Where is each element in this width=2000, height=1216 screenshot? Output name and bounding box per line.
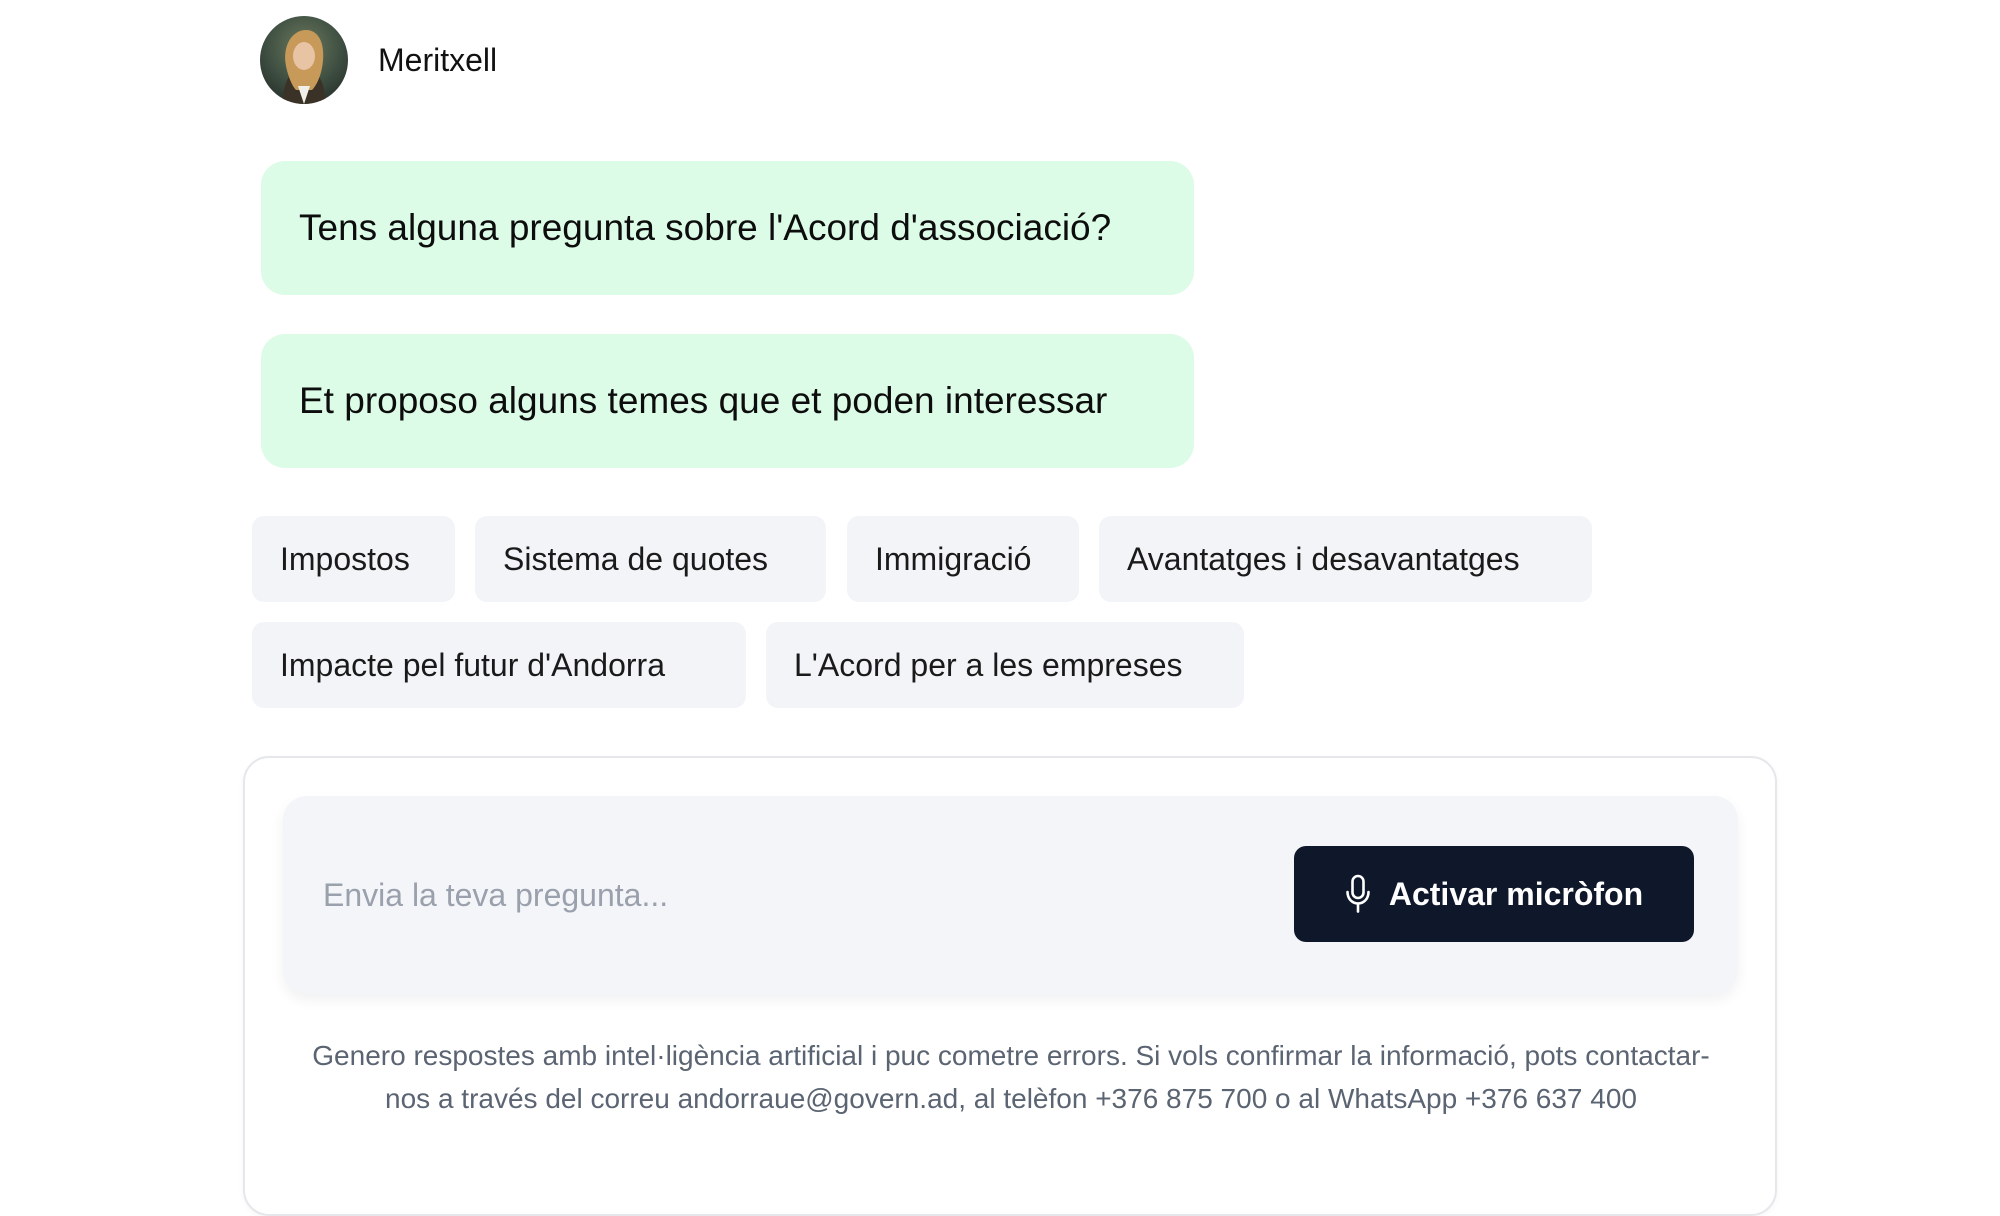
avatar — [260, 16, 348, 104]
mic-button-label: Activar micròfon — [1388, 875, 1644, 912]
bot-message: Tens alguna pregunta sobre l'Acord d'ass… — [261, 161, 1194, 295]
chat-header: Meritxell — [260, 16, 497, 104]
suggestion-chip-avantatges[interactable]: Avantatges i desavantatges — [1099, 516, 1592, 602]
input-row: Activar micròfon — [283, 796, 1738, 994]
microphone-icon — [1345, 874, 1371, 914]
bot-name: Meritxell — [378, 41, 498, 78]
suggestion-chip-immigracio[interactable]: Immigració — [847, 516, 1079, 602]
ai-disclaimer: Genero respostes amb intel·ligència arti… — [312, 1040, 1710, 1114]
activate-microphone-button[interactable]: Activar micròfon — [1294, 846, 1694, 942]
composer-panel: Activar micròfon Genero respostes amb in… — [243, 756, 1777, 1216]
suggestion-chip-impostos[interactable]: Impostos — [252, 516, 455, 602]
suggestion-chip-impacte-futur[interactable]: Impacte pel futur d'Andorra — [252, 622, 746, 708]
suggestion-chip-sistema-de-quotes[interactable]: Sistema de quotes — [475, 516, 826, 602]
bot-message: Et proposo alguns temes que et poden int… — [261, 334, 1194, 468]
question-input[interactable] — [323, 856, 1223, 934]
suggestion-chip-acord-empreses[interactable]: L'Acord per a les empreses — [766, 622, 1244, 708]
